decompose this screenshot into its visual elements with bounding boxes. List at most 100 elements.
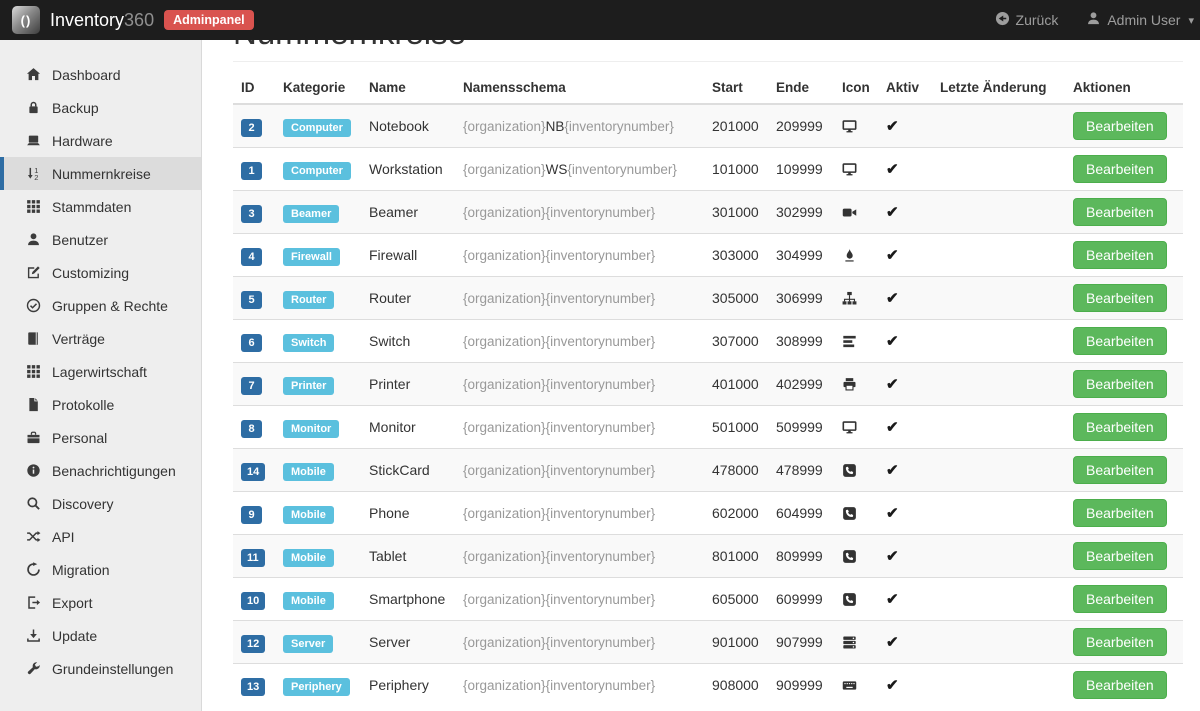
table-row: 9MobilePhone{organization}{inventorynumb… (233, 492, 1183, 535)
chevron-down-icon: ▾ (1188, 14, 1194, 27)
category-badge: Router (283, 291, 334, 309)
brand-name: Inventory (50, 10, 124, 30)
table-row: 8MonitorMonitor{organization}{inventoryn… (233, 406, 1183, 449)
sidebar-item-label: Protokolle (52, 397, 114, 413)
refresh-icon (24, 562, 42, 577)
sidebar-item-label: Discovery (52, 496, 113, 512)
sidebar-item-discovery[interactable]: Discovery (0, 487, 201, 520)
sidebar-item-benutzer[interactable]: Benutzer (0, 223, 201, 256)
table-row: 10MobileSmartphone{organization}{invento… (233, 578, 1183, 621)
edit-button[interactable]: Bearbeiten (1073, 628, 1167, 656)
column-header-aktionen: Aktionen (1065, 72, 1183, 104)
row-start: 501000 (704, 406, 768, 449)
id-badge: 8 (241, 420, 262, 438)
edit-button[interactable]: Bearbeiten (1073, 456, 1167, 484)
fire-icon (842, 247, 857, 263)
row-schema: {organization}{inventorynumber} (455, 320, 704, 363)
edit-button[interactable]: Bearbeiten (1073, 671, 1167, 699)
edit-button[interactable]: Bearbeiten (1073, 241, 1167, 269)
edit-button[interactable]: Bearbeiten (1073, 585, 1167, 613)
sidebar-item-customizing[interactable]: Customizing (0, 256, 201, 289)
wrench-icon (24, 661, 42, 676)
row-name: Server (361, 621, 455, 664)
row-last-change (932, 363, 1065, 406)
edit-button[interactable]: Bearbeiten (1073, 112, 1167, 140)
edit-button[interactable]: Bearbeiten (1073, 198, 1167, 226)
id-badge: 4 (241, 248, 262, 266)
sidebar-item-hardware[interactable]: Hardware (0, 124, 201, 157)
edit-button[interactable]: Bearbeiten (1073, 327, 1167, 355)
row-schema: {organization}{inventorynumber} (455, 621, 704, 664)
row-end: 306999 (768, 277, 834, 320)
row-end: 308999 (768, 320, 834, 363)
sidebar-item-gruppen-rechte[interactable]: Gruppen & Rechte (0, 289, 201, 322)
column-header-start: Start (704, 72, 768, 104)
edit-button[interactable]: Bearbeiten (1073, 370, 1167, 398)
user-menu[interactable]: Admin User ▾ (1086, 11, 1194, 29)
category-badge: Mobile (283, 506, 334, 524)
brand[interactable]: Inventory360 (50, 10, 154, 31)
row-schema: {organization}{inventorynumber} (455, 535, 704, 578)
grid-icon (24, 364, 42, 379)
sidebar-item-migration[interactable]: Migration (0, 553, 201, 586)
edit-button[interactable]: Bearbeiten (1073, 499, 1167, 527)
active-check-icon: ✔ (886, 462, 899, 479)
arrow-left-circle-icon (995, 11, 1010, 29)
edit-button[interactable]: Bearbeiten (1073, 155, 1167, 183)
category-badge: Switch (283, 334, 334, 352)
sidebar-item-lagerwirtschaft[interactable]: Lagerwirtschaft (0, 355, 201, 388)
sidebar-item-api[interactable]: API (0, 520, 201, 553)
sidebar-item-label: Verträge (52, 331, 105, 347)
active-check-icon: ✔ (886, 247, 899, 264)
sidebar-item-update[interactable]: Update (0, 619, 201, 652)
active-check-icon: ✔ (886, 161, 899, 178)
table-row: 4FirewallFirewall{organization}{inventor… (233, 234, 1183, 277)
sidebar-item-protokolle[interactable]: Protokolle (0, 388, 201, 421)
sidebar-item-export[interactable]: Export (0, 586, 201, 619)
sidebar-item-label: Stammdaten (52, 199, 131, 215)
sidebar-item-label: Update (52, 628, 97, 644)
sidebar-item-label: Lagerwirtschaft (52, 364, 147, 380)
phone-icon (842, 505, 857, 521)
row-name: Periphery (361, 664, 455, 707)
category-badge: Firewall (283, 248, 340, 266)
edit-button[interactable]: Bearbeiten (1073, 413, 1167, 441)
table-row: 11MobileTablet{organization}{inventorynu… (233, 535, 1183, 578)
svg-text:2: 2 (34, 173, 38, 181)
sidebar-item-stammdaten[interactable]: Stammdaten (0, 190, 201, 223)
sidebar-item-personal[interactable]: Personal (0, 421, 201, 454)
active-check-icon: ✔ (886, 677, 899, 694)
topbar-right: Zurück Admin User ▾ (995, 11, 1194, 29)
row-end: 478999 (768, 449, 834, 492)
category-badge: Computer (283, 119, 351, 137)
active-check-icon: ✔ (886, 548, 899, 565)
back-button[interactable]: Zurück (995, 11, 1059, 29)
table-row: 5RouterRouter{organization}{inventorynum… (233, 277, 1183, 320)
search-icon (24, 496, 42, 511)
row-last-change (932, 191, 1065, 234)
sidebar-item-dashboard[interactable]: Dashboard (0, 58, 201, 91)
sidebar-item-grundeinstellungen[interactable]: Grundeinstellungen (0, 652, 201, 685)
sidebar-item-backup[interactable]: Backup (0, 91, 201, 124)
id-badge: 5 (241, 291, 262, 309)
shuffle-icon (24, 529, 42, 544)
main-content: Nummernkreise IDKategorieNameNamensschem… (202, 0, 1200, 706)
id-badge: 3 (241, 205, 262, 223)
sidebar-item-benachrichtigungen[interactable]: Benachrichtigungen (0, 454, 201, 487)
row-last-change (932, 234, 1065, 277)
edit-button[interactable]: Bearbeiten (1073, 542, 1167, 570)
grid-icon (24, 199, 42, 214)
column-header-aktiv: Aktiv (878, 72, 932, 104)
row-start: 101000 (704, 148, 768, 191)
row-name: Firewall (361, 234, 455, 277)
sidebar-item-vertr-ge[interactable]: Verträge (0, 322, 201, 355)
column-header-letzte-nderung: Letzte Änderung (932, 72, 1065, 104)
column-header-id: ID (233, 72, 275, 104)
sidebar-item-label: Dashboard (52, 67, 121, 83)
file-icon (24, 397, 42, 412)
sidebar-item-nummernkreise[interactable]: 12Nummernkreise (0, 157, 201, 190)
edit-button[interactable]: Bearbeiten (1073, 284, 1167, 312)
category-badge: Mobile (283, 463, 334, 481)
download-icon (24, 628, 42, 643)
id-badge: 9 (241, 506, 262, 524)
